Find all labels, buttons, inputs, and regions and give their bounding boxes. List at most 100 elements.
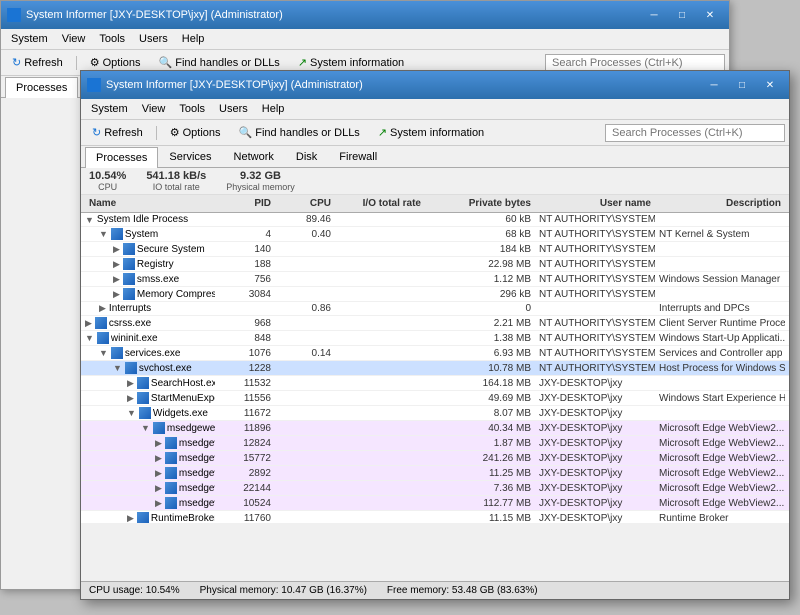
fg-tab-processes[interactable]: Processes bbox=[85, 147, 158, 168]
table-row[interactable]: ▶ Memory Compression 3084 296 kB NT AUTH… bbox=[81, 287, 789, 302]
bg-window-title: System Informer [JXY-DESKTOP\jxy] (Admin… bbox=[26, 9, 283, 21]
table-row[interactable]: ▼ svchost.exe 1228 10.78 MB NT AUTHORITY… bbox=[81, 361, 789, 376]
table-row[interactable]: ▶ csrss.exe 968 2.21 MB NT AUTHORITY\SYS… bbox=[81, 316, 789, 331]
fg-table-header: Name PID CPU I/O total rate Private byte… bbox=[81, 195, 789, 213]
fg-tab-services[interactable]: Services bbox=[158, 146, 222, 167]
proc-user: JXY-DESKTOP\jxy bbox=[535, 378, 655, 389]
table-row[interactable]: ▼ wininit.exe 848 1.38 MB NT AUTHORITY\S… bbox=[81, 331, 789, 346]
proc-name-cell: ▶ Secure System bbox=[85, 243, 215, 255]
proc-mem: 60 kB bbox=[425, 214, 535, 225]
fg-refresh-button[interactable]: ↻ Refresh bbox=[85, 123, 150, 142]
proc-icon bbox=[165, 497, 177, 509]
bg-maximize-button[interactable]: □ bbox=[669, 5, 695, 25]
proc-pid: 756 bbox=[215, 274, 275, 285]
fg-io-value: 541.18 kB/s bbox=[146, 170, 206, 182]
fg-col-mem[interactable]: Private bytes bbox=[425, 197, 535, 210]
bg-menu-users[interactable]: Users bbox=[133, 31, 174, 47]
table-row[interactable]: ▶ SearchHost.exe 11532 164.18 MB JXY-DES… bbox=[81, 376, 789, 391]
fg-menu-system[interactable]: System bbox=[85, 101, 134, 117]
proc-pid: 848 bbox=[215, 333, 275, 344]
bg-minimize-button[interactable]: ─ bbox=[641, 5, 667, 25]
fg-close-button[interactable]: ✕ bbox=[757, 75, 783, 95]
fg-col-user[interactable]: User name bbox=[535, 197, 655, 210]
proc-pid: 11556 bbox=[215, 393, 275, 404]
table-row[interactable]: ▶ msedgewe... 10524 112.77 MB JXY-DESKTO… bbox=[81, 496, 789, 511]
proc-icon bbox=[137, 392, 149, 404]
fg-tab-network[interactable]: Network bbox=[223, 146, 285, 167]
proc-mem: 11.15 MB bbox=[425, 513, 535, 524]
bg-search-input[interactable] bbox=[545, 54, 725, 72]
fg-find-button[interactable]: 🔍 Find handles or DLLs bbox=[232, 123, 367, 142]
proc-user: NT AUTHORITY\SYSTEM bbox=[535, 229, 655, 240]
table-row[interactable]: ▼ System Idle Process 89.46 60 kB NT AUT… bbox=[81, 213, 789, 227]
proc-desc: Microsoft Edge WebView2... bbox=[655, 438, 785, 449]
fg-maximize-button[interactable]: □ bbox=[729, 75, 755, 95]
table-row[interactable]: ▶ msedgewe... 15772 241.26 MB JXY-DESKTO… bbox=[81, 451, 789, 466]
fg-menu-users[interactable]: Users bbox=[213, 101, 254, 117]
proc-name-text: msedgewe... bbox=[179, 468, 215, 479]
bg-menu-tools[interactable]: Tools bbox=[93, 31, 131, 47]
proc-name-cell: ▼ Widgets.exe bbox=[85, 407, 215, 419]
proc-desc: Microsoft Edge WebView2... bbox=[655, 423, 785, 434]
table-row[interactable]: ▼ Widgets.exe 11672 8.07 MB JXY-DESKTOP\… bbox=[81, 406, 789, 421]
bg-menu-help[interactable]: Help bbox=[176, 31, 211, 47]
proc-name-text: Interrupts bbox=[109, 303, 151, 314]
table-row[interactable]: ▶ msedgewe... 22144 7.36 MB JXY-DESKTOP\… bbox=[81, 481, 789, 496]
bg-menu-view[interactable]: View bbox=[56, 31, 92, 47]
proc-icon bbox=[137, 512, 149, 523]
table-row[interactable]: ▼ services.exe 1076 0.14 6.93 MB NT AUTH… bbox=[81, 346, 789, 361]
proc-name-cell: ▶ RuntimeBroker.exe bbox=[85, 512, 215, 523]
bg-menu-system[interactable]: System bbox=[5, 31, 54, 47]
bg-close-button[interactable]: ✕ bbox=[697, 5, 723, 25]
bg-app-icon bbox=[7, 8, 21, 22]
fg-col-io[interactable]: I/O total rate bbox=[335, 197, 425, 210]
fg-tab-firewall[interactable]: Firewall bbox=[328, 146, 388, 167]
fg-search-input[interactable] bbox=[605, 124, 785, 142]
fg-menu-tools[interactable]: Tools bbox=[173, 101, 211, 117]
fg-options-button[interactable]: ⚙ Options bbox=[163, 123, 228, 142]
proc-name-cell: ▶ msedgewe... bbox=[85, 437, 215, 449]
proc-desc: Windows Start-Up Applicati... bbox=[655, 333, 785, 344]
fg-menu-view[interactable]: View bbox=[136, 101, 172, 117]
proc-icon bbox=[165, 452, 177, 464]
fg-menu-help[interactable]: Help bbox=[256, 101, 291, 117]
proc-desc: Windows Start Experience H... bbox=[655, 393, 785, 404]
bg-refresh-button[interactable]: ↻ Refresh bbox=[5, 53, 70, 72]
proc-icon bbox=[139, 407, 151, 419]
fg-cpu-label: CPU bbox=[98, 182, 117, 192]
proc-pid: 1076 bbox=[215, 348, 275, 359]
table-row[interactable]: ▼ System 4 0.40 68 kB NT AUTHORITY\SYSTE… bbox=[81, 227, 789, 242]
proc-mem: 22.98 MB bbox=[425, 259, 535, 270]
proc-name-cell: ▶ Registry bbox=[85, 258, 215, 270]
proc-icon bbox=[125, 362, 137, 374]
proc-name-text: RuntimeBroker.exe bbox=[151, 513, 215, 524]
proc-mem: 184 kB bbox=[425, 244, 535, 255]
proc-mem: 10.78 MB bbox=[425, 363, 535, 374]
table-row[interactable]: ▶ msedgewe... 2892 11.25 MB JXY-DESKTOP\… bbox=[81, 466, 789, 481]
fg-minimize-button[interactable]: ─ bbox=[701, 75, 727, 95]
expand-icon: ▶ bbox=[155, 453, 162, 464]
fg-col-name[interactable]: Name bbox=[85, 197, 215, 210]
fg-sysinfo-button[interactable]: ↗ System information bbox=[371, 123, 491, 142]
table-row[interactable]: ▶ Secure System 140 184 kB NT AUTHORITY\… bbox=[81, 242, 789, 257]
fg-tab-disk[interactable]: Disk bbox=[285, 146, 328, 167]
proc-mem: 112.77 MB bbox=[425, 498, 535, 509]
table-row[interactable]: ▶ smss.exe 756 1.12 MB NT AUTHORITY\SYST… bbox=[81, 272, 789, 287]
table-row[interactable]: ▶ Interrupts 0.86 0 Interrupts and DPCs bbox=[81, 302, 789, 316]
proc-name-cell: ▶ msedgewe... bbox=[85, 497, 215, 509]
proc-mem: 1.38 MB bbox=[425, 333, 535, 344]
proc-name-text: System Idle Process bbox=[97, 214, 188, 225]
table-row[interactable]: ▶ StartMenuExperie... 11556 49.69 MB JXY… bbox=[81, 391, 789, 406]
table-row[interactable]: ▶ RuntimeBroker.exe 11760 11.15 MB JXY-D… bbox=[81, 511, 789, 523]
table-row[interactable]: ▶ msedgewe... 12824 1.87 MB JXY-DESKTOP\… bbox=[81, 436, 789, 451]
table-row[interactable]: ▼ msedgewebview... 11896 40.34 MB JXY-DE… bbox=[81, 421, 789, 436]
table-row[interactable]: ▶ Registry 188 22.98 MB NT AUTHORITY\SYS… bbox=[81, 257, 789, 272]
fg-col-pid[interactable]: PID bbox=[215, 197, 275, 210]
fg-col-cpu[interactable]: CPU bbox=[275, 197, 335, 210]
fg-col-desc[interactable]: Description bbox=[655, 197, 785, 210]
fg-process-list[interactable]: ▼ System Idle Process 89.46 60 kB NT AUT… bbox=[81, 213, 789, 523]
bg-tab-processes[interactable]: Processes bbox=[5, 77, 78, 98]
proc-mem: 7.36 MB bbox=[425, 483, 535, 494]
proc-name-cell: ▼ System bbox=[85, 228, 215, 240]
proc-name-text: services.exe bbox=[125, 348, 181, 359]
